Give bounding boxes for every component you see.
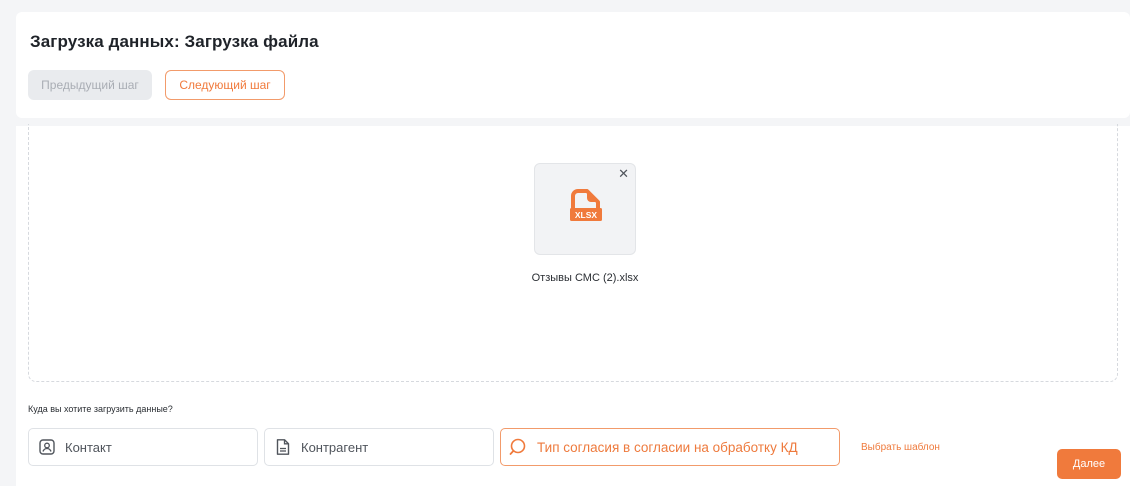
previous-step-button[interactable]: Предыдущий шаг [28,70,152,100]
file-dropzone[interactable]: ✕ XLSX Отзывы СМС (2).xlsx [28,124,1118,382]
option-label: Тип согласия в согласии на обработку КД [537,439,798,455]
search-icon [509,437,529,457]
next-button[interactable]: Далее [1057,449,1121,479]
option-label: Контрагент [301,439,369,455]
option-label: Контакт [65,439,112,455]
file-tile[interactable]: ✕ XLSX [534,163,636,255]
xlsx-file-icon: XLSX [570,189,602,221]
target-question: Куда вы хотите загрузить данные? [28,404,173,414]
page-title: Загрузка данных: Загрузка файла [30,32,319,51]
option-contact[interactable]: Контакт [28,428,258,466]
header-card: Загрузка данных: Загрузка файла Предыдущ… [16,12,1130,118]
contact-icon [37,437,57,457]
next-step-button[interactable]: Следующий шаг [165,70,285,100]
file-type-label: XLSX [575,210,598,220]
upload-panel: ✕ XLSX Отзывы СМС (2).xlsx Куда вы хотит… [16,124,1130,486]
close-icon[interactable]: ✕ [618,166,629,182]
choose-template-link[interactable]: Выбрать шаблон [861,442,940,453]
option-counterparty[interactable]: Контрагент [264,428,494,466]
file-name: Отзывы СМС (2).xlsx [531,272,639,284]
option-consent-type[interactable]: Тип согласия в согласии на обработку КД [500,428,840,466]
document-icon [273,437,293,457]
